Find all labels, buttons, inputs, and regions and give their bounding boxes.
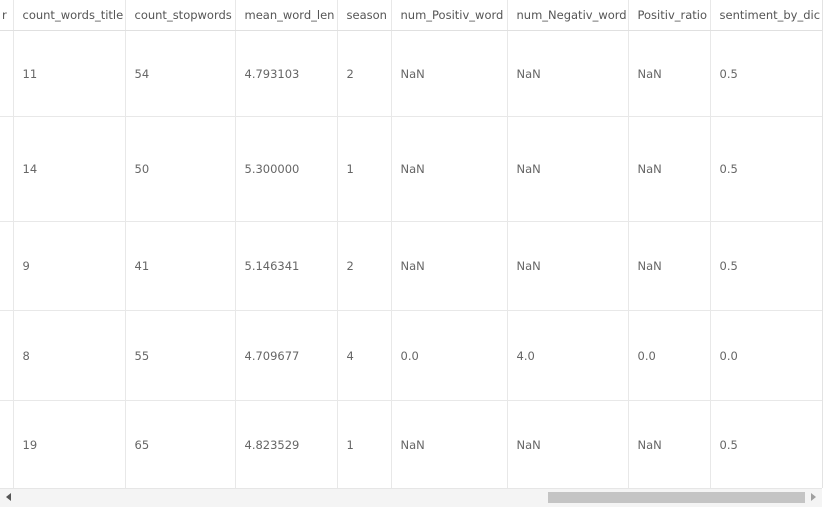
table-cell bbox=[0, 310, 14, 401]
table-cell: NaN bbox=[391, 400, 508, 488]
table-cell: 4.793103 bbox=[235, 30, 338, 117]
arrow-right-icon[interactable] bbox=[811, 493, 816, 501]
table-cell bbox=[0, 116, 14, 222]
table-cell: 54 bbox=[125, 30, 236, 117]
arrow-left-icon[interactable] bbox=[6, 493, 11, 501]
table-cell: 0.5 bbox=[710, 30, 822, 117]
table-cell: 1 bbox=[337, 116, 392, 222]
table-cell: NaN bbox=[507, 30, 629, 117]
table-cell: NaN bbox=[391, 221, 508, 311]
table-cell: NaN bbox=[391, 30, 508, 117]
horizontal-scrollbar[interactable] bbox=[0, 488, 822, 507]
table-cell: 5.146341 bbox=[235, 221, 338, 311]
table-cell: 65 bbox=[125, 400, 236, 488]
table-cell bbox=[0, 400, 14, 488]
table-cell: 0.0 bbox=[391, 310, 508, 401]
column-header-count-stopwords[interactable]: count_stopwords bbox=[125, 0, 236, 31]
column-header-season[interactable]: season bbox=[337, 0, 392, 31]
table-cell: NaN bbox=[628, 30, 711, 117]
table-cell: 19 bbox=[13, 400, 126, 488]
table-cell: 2 bbox=[337, 221, 392, 311]
table-cell: 41 bbox=[125, 221, 236, 311]
table-cell: 14 bbox=[13, 116, 126, 222]
table-cell: 5.300000 bbox=[235, 116, 338, 222]
table-cell: NaN bbox=[628, 221, 711, 311]
column-header-num-negativ-word[interactable]: num_Negativ_word bbox=[507, 0, 629, 31]
column-header-sentiment-by-dic[interactable]: sentiment_by_dic bbox=[710, 0, 822, 31]
table-cell: 4.0 bbox=[507, 310, 629, 401]
table-cell: NaN bbox=[391, 116, 508, 222]
table-cell: 2 bbox=[337, 30, 392, 117]
table-cell: 0.0 bbox=[628, 310, 711, 401]
table-cell: 8 bbox=[13, 310, 126, 401]
table-row: 11 54 4.793103 2 NaN NaN NaN 0.5 bbox=[0, 30, 822, 117]
table-cell bbox=[0, 221, 14, 311]
table-cell: 4 bbox=[337, 310, 392, 401]
table-cell: 11 bbox=[13, 30, 126, 117]
table-cell: 1 bbox=[337, 400, 392, 488]
table-cell: 0.5 bbox=[710, 400, 822, 488]
table-row: 8 55 4.709677 4 0.0 4.0 0.0 0.0 bbox=[0, 310, 822, 401]
table-viewport[interactable]: r count_words_title count_stopwords mean… bbox=[0, 0, 823, 488]
column-header-mean-word-len[interactable]: mean_word_len bbox=[235, 0, 338, 31]
table-row: 19 65 4.823529 1 NaN NaN NaN 0.5 bbox=[0, 400, 822, 488]
table-cell: 55 bbox=[125, 310, 236, 401]
header-row: r count_words_title count_stopwords mean… bbox=[0, 0, 822, 31]
table-cell: NaN bbox=[628, 116, 711, 222]
table-cell: 0.0 bbox=[710, 310, 822, 401]
column-header-count-words-title[interactable]: count_words_title bbox=[13, 0, 126, 31]
table-cell: NaN bbox=[507, 116, 629, 222]
column-header-positiv-ratio[interactable]: Positiv_ratio bbox=[628, 0, 711, 31]
table-cell: NaN bbox=[628, 400, 711, 488]
dataframe-grid: r count_words_title count_stopwords mean… bbox=[0, 0, 827, 510]
table-cell: NaN bbox=[507, 221, 629, 311]
table-cell: 4.709677 bbox=[235, 310, 338, 401]
table-cell bbox=[0, 30, 14, 117]
column-header-num-positiv-word[interactable]: num_Positiv_word bbox=[391, 0, 508, 31]
table-cell: 4.823529 bbox=[235, 400, 338, 488]
data-table: r count_words_title count_stopwords mean… bbox=[0, 0, 822, 488]
table-cell: 0.5 bbox=[710, 116, 822, 222]
table-cell: 50 bbox=[125, 116, 236, 222]
column-header-r[interactable]: r bbox=[0, 0, 14, 31]
table-cell: 9 bbox=[13, 221, 126, 311]
table-cell: NaN bbox=[507, 400, 629, 488]
scrollbar-thumb[interactable] bbox=[548, 492, 805, 503]
table-cell: 0.5 bbox=[710, 221, 822, 311]
table-row: 9 41 5.146341 2 NaN NaN NaN 0.5 bbox=[0, 221, 822, 311]
table-row: 14 50 5.300000 1 NaN NaN NaN 0.5 bbox=[0, 116, 822, 222]
